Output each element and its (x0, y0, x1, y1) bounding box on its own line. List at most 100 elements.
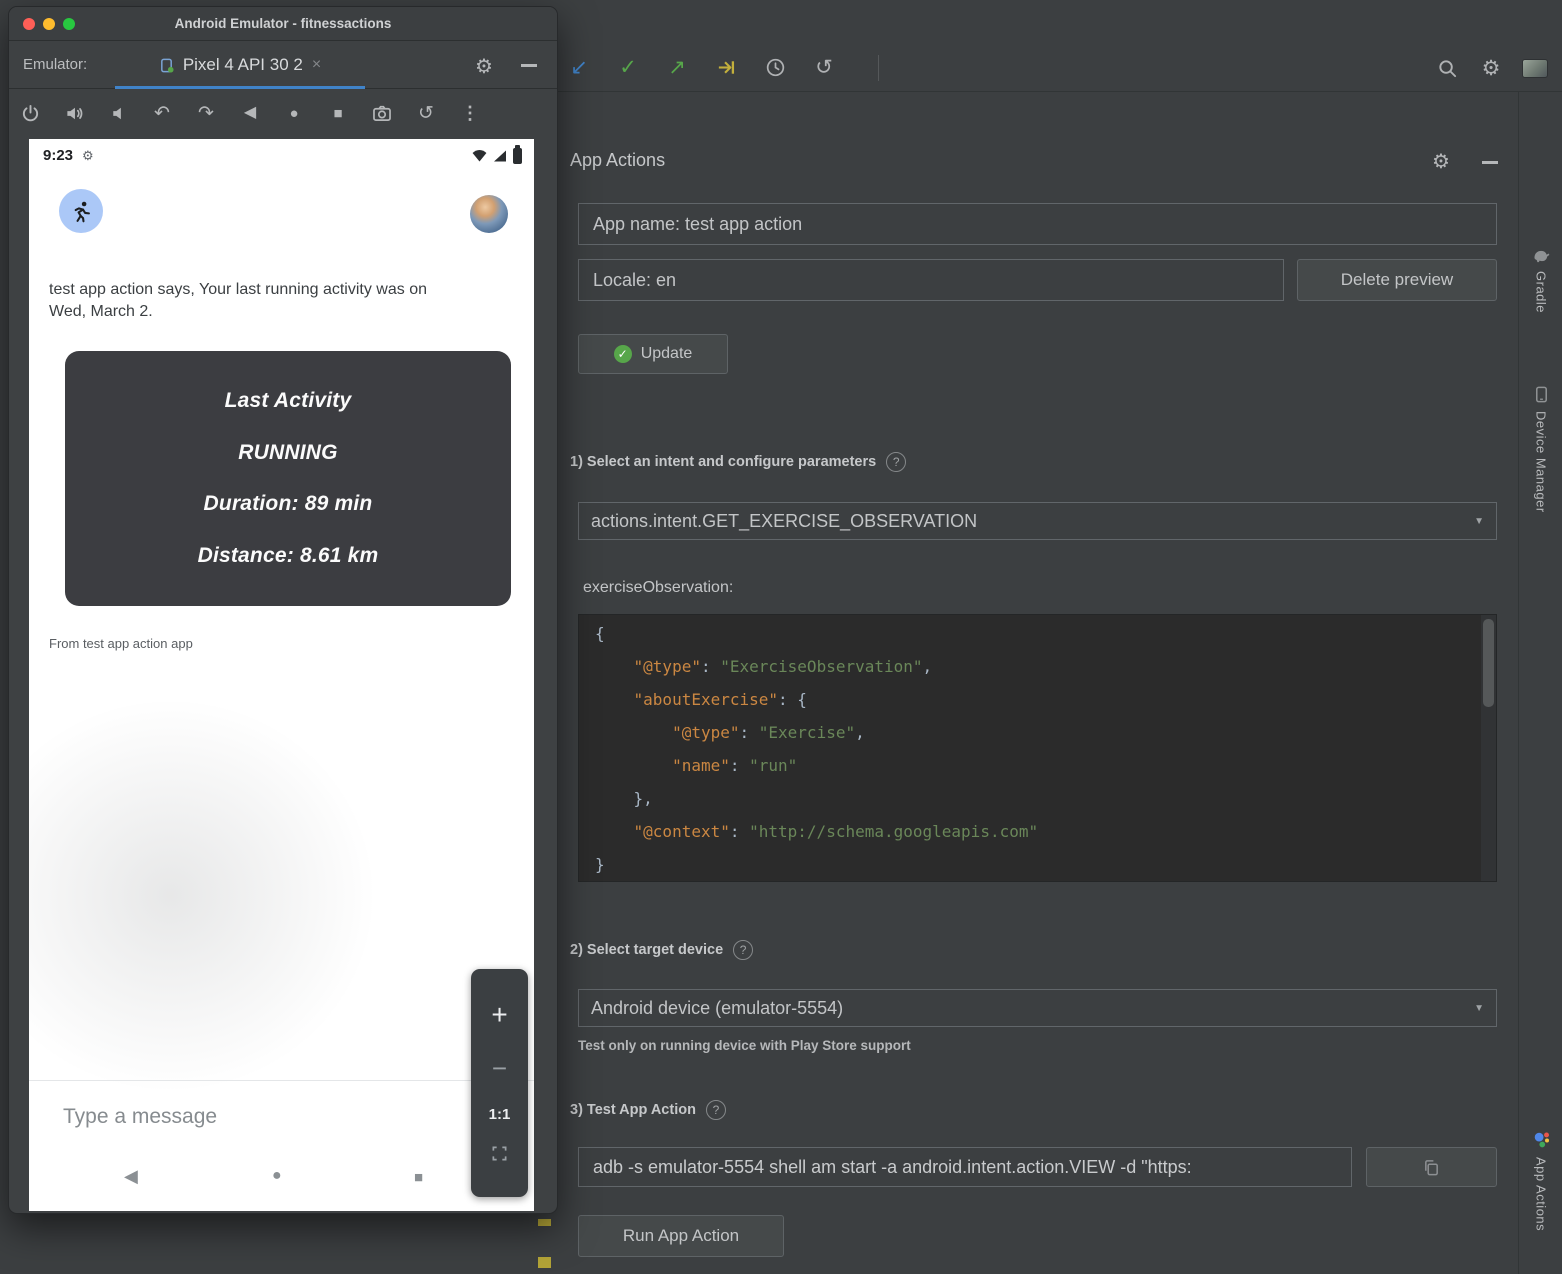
code-scrollbar-thumb[interactable] (1483, 619, 1494, 707)
tab-device-manager-label: Device Manager (1534, 411, 1549, 513)
right-tool-stripe: Gradle Device Manager App Actions (1518, 92, 1562, 1274)
back-button-icon[interactable]: ◀ (237, 100, 263, 126)
run-app-action-button[interactable]: Run App Action (578, 1215, 784, 1257)
update-button[interactable]: ✓ Update (578, 334, 728, 374)
undo-icon[interactable]: ↺ (813, 57, 835, 79)
nav-overview-icon[interactable]: ■ (414, 1169, 423, 1186)
volume-up-icon[interactable] (61, 100, 87, 126)
zoom-in-button[interactable]: + (491, 999, 507, 1031)
emulator-window-title: Android Emulator - fitnessactions (9, 7, 557, 41)
overview-button-icon[interactable]: ■ (325, 100, 351, 126)
tab-app-actions[interactable]: App Actions (1519, 1130, 1562, 1231)
wifi-icon (472, 150, 487, 162)
app-name-field[interactable]: App name: test app action (578, 203, 1497, 245)
rotate-left-icon[interactable]: ↶ (149, 100, 175, 126)
gradle-elephant-icon (1532, 248, 1551, 263)
nav-back-icon[interactable]: ◀ (124, 1166, 138, 1187)
panel-minimize-icon[interactable] (1482, 161, 1498, 164)
panel-gear-icon[interactable]: ⚙ (1432, 149, 1450, 174)
step3-section: 3) Test App Action ? (570, 1100, 726, 1120)
zoom-out-button[interactable]: − (492, 1053, 507, 1084)
toolbar-divider (878, 55, 879, 81)
compose-bar[interactable]: Type a message (29, 1080, 534, 1152)
code-content: { "@type": "ExerciseObservation", "about… (579, 615, 1496, 881)
device-note: Test only on running device with Play St… (578, 1038, 911, 1053)
card-duration: Duration: 89 min (204, 492, 373, 516)
camera-icon[interactable] (369, 100, 395, 126)
chevron-down-icon: ▼ (1474, 1003, 1484, 1014)
from-app-label: From test app action app (49, 636, 193, 651)
fit-screen-icon[interactable] (491, 1145, 508, 1167)
rotate-right-icon[interactable]: ↷ (193, 100, 219, 126)
nav-home-icon[interactable]: ● (272, 1167, 282, 1185)
parameter-label: exerciseObservation: (583, 579, 733, 597)
arrow-down-left-icon[interactable]: ↙ (568, 57, 590, 79)
emulator-settings-gear-icon[interactable]: ⚙ (475, 54, 493, 79)
compose-placeholder: Type a message (63, 1105, 217, 1129)
step3-help-icon[interactable]: ? (706, 1100, 726, 1120)
intent-dropdown[interactable]: actions.intent.GET_EXERCISE_OBSERVATION … (578, 502, 1497, 540)
chevron-down-icon: ▼ (1474, 516, 1484, 527)
target-device-value: Android device (emulator-5554) (591, 998, 843, 1019)
tab-device-manager[interactable]: Device Manager (1519, 386, 1562, 513)
kebab-menu-icon[interactable]: ⋮ (457, 100, 483, 126)
device-manager-icon (1533, 386, 1550, 403)
tab-gradle-label: Gradle (1534, 271, 1549, 313)
runner-icon (69, 199, 94, 224)
arrow-up-right-icon[interactable]: ↗ (666, 57, 688, 79)
target-device-dropdown[interactable]: Android device (emulator-5554) ▼ (578, 989, 1497, 1027)
locale-field[interactable]: Locale: en (578, 259, 1284, 301)
zoom-ratio-button[interactable]: 1:1 (489, 1106, 511, 1123)
user-avatar (470, 195, 508, 233)
battery-icon (513, 148, 522, 164)
copy-command-button[interactable] (1366, 1147, 1497, 1187)
settings-gear-icon[interactable]: ⚙ (1480, 57, 1502, 79)
status-bar: 9:23 ⚙ (43, 147, 94, 164)
status-icons (472, 148, 522, 164)
tab-pixel4-label: Pixel 4 API 30 2 (183, 55, 303, 75)
intent-dropdown-value: actions.intent.GET_EXERCISE_OBSERVATION (591, 511, 977, 532)
device-tab-icon (159, 58, 174, 73)
clock-icon[interactable] (764, 57, 786, 79)
zoom-controls: + − 1:1 (471, 969, 528, 1197)
fitness-app-icon (59, 189, 103, 233)
phone-screen: 9:23 ⚙ test app action says, Your last r… (29, 139, 534, 1211)
volume-down-icon[interactable] (105, 100, 131, 126)
adb-command-field[interactable]: adb -s emulator-5554 shell am start -a a… (578, 1147, 1352, 1187)
card-activity: RUNNING (238, 441, 337, 465)
step1-section: 1) Select an intent and configure parame… (570, 452, 906, 472)
screen-shade (29, 659, 534, 1089)
tab-app-actions-label: App Actions (1534, 1157, 1549, 1231)
android-nav-bar: ◀ ● ■ (29, 1152, 534, 1211)
status-time: 9:23 (43, 147, 73, 164)
tab-pixel4[interactable]: Pixel 4 API 30 2 × (107, 41, 373, 89)
delete-preview-button[interactable]: Delete preview (1297, 259, 1497, 301)
running-devices-icon[interactable] (1522, 59, 1548, 78)
step3-label: 3) Test App Action (570, 1102, 696, 1118)
card-distance: Distance: 8.61 km (198, 544, 379, 568)
step2-help-icon[interactable]: ? (733, 940, 753, 960)
bookmark-tick (538, 1257, 551, 1268)
home-button-icon[interactable]: ● (281, 100, 307, 126)
tab-close-icon[interactable]: × (312, 56, 321, 74)
code-editor[interactable]: { "@type": "ExerciseObservation", "about… (578, 614, 1497, 882)
app-actions-panel-title: App Actions (570, 150, 665, 171)
assistant-icon (1532, 1130, 1551, 1149)
step1-help-icon[interactable]: ? (886, 452, 906, 472)
check-icon[interactable]: ✓ (617, 57, 639, 79)
emulator-window: Android Emulator - fitnessactions Emulat… (8, 6, 558, 1214)
status-gear-icon: ⚙ (82, 148, 94, 164)
assistant-message: test app action says, Your last running … (49, 279, 441, 323)
studio-top-toolbar: ↙ ✓ ↗ ↺ ⚙ (558, 44, 1562, 92)
tab-gradle[interactable]: Gradle (1519, 248, 1562, 313)
update-check-icon: ✓ (614, 345, 632, 363)
skip-to-end-icon[interactable] (715, 57, 737, 79)
power-icon[interactable] (17, 100, 43, 126)
step2-label: 2) Select target device (570, 942, 723, 958)
emulator-tabbar: Emulator: Pixel 4 API 30 2 × ⚙ (9, 41, 557, 89)
screenshot-root: ↙ ✓ ↗ ↺ ⚙ App Actions ⚙ App name: test a… (0, 0, 1562, 1274)
search-icon[interactable] (1436, 57, 1458, 79)
snapshot-icon[interactable]: ↺ (413, 100, 439, 126)
emulator-minimize-icon[interactable] (521, 64, 537, 67)
card-title: Last Activity (225, 389, 352, 413)
